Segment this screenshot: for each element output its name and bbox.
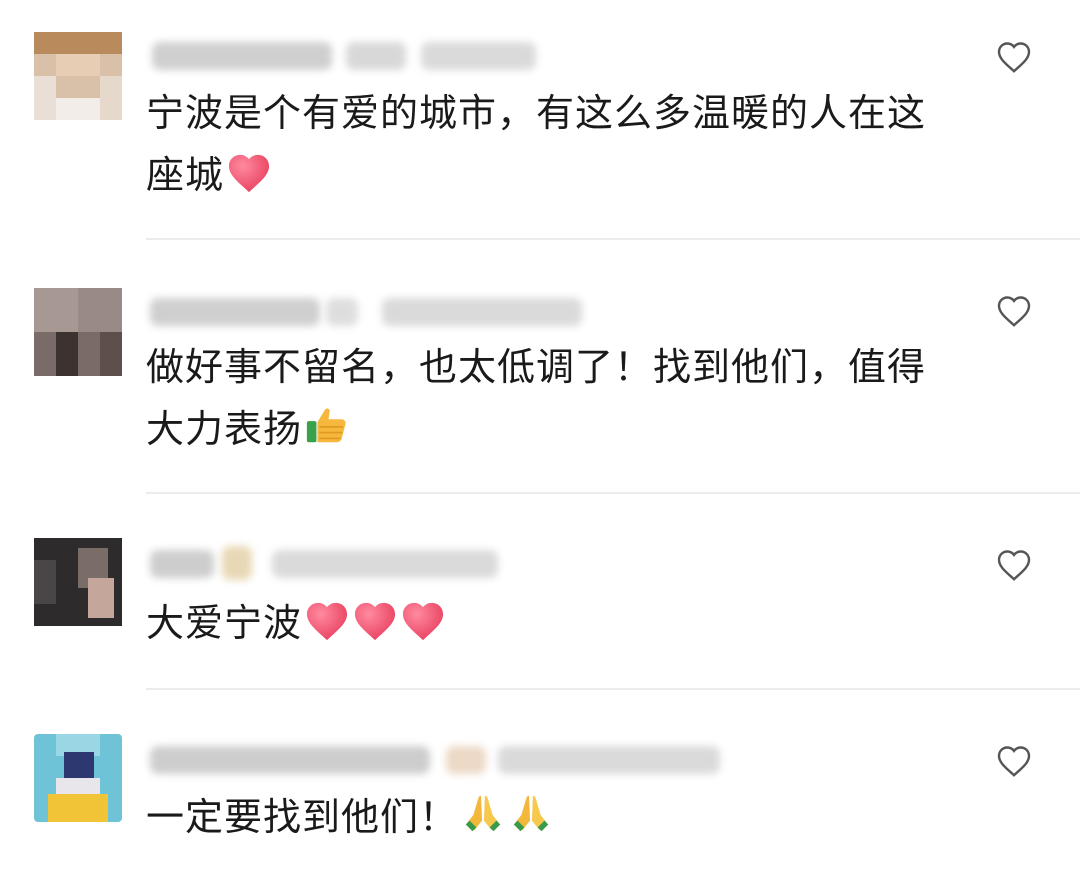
divider	[146, 238, 1080, 240]
avatar[interactable]	[34, 288, 122, 376]
folded-hands-icon	[513, 795, 549, 832]
red-heart-icon	[402, 602, 444, 641]
like-heart-icon[interactable]	[996, 294, 1032, 328]
divider	[146, 688, 1080, 690]
like-heart-icon[interactable]	[996, 548, 1032, 582]
red-heart-icon	[306, 602, 348, 641]
comment-text: 一定要找到他们！	[146, 786, 1000, 848]
like-heart-icon[interactable]	[996, 744, 1032, 778]
red-heart-icon	[354, 602, 396, 641]
red-heart-icon	[228, 154, 270, 193]
comment-text-line: 大力表扬	[146, 398, 1000, 460]
comment-text: 宁波是个有爱的城市，有这么多温暖的人在这 座城	[146, 82, 1000, 206]
folded-hands-icon	[465, 795, 501, 832]
avatar[interactable]	[34, 734, 122, 822]
comment-text-line: 座城	[146, 144, 1000, 206]
comment-text-line: 宁波是个有爱的城市，有这么多温暖的人在这	[146, 91, 927, 135]
comment-list: 宁波是个有爱的城市，有这么多温暖的人在这 座城 做好事不留名，也太低调了！找到他…	[0, 0, 1080, 884]
like-heart-icon[interactable]	[996, 40, 1032, 74]
comment-text-line: 一定要找到他们！	[146, 786, 1000, 848]
comment-text: 大爱宁波	[146, 592, 1000, 654]
divider	[146, 492, 1080, 494]
thumbs-up-icon	[306, 408, 346, 443]
avatar[interactable]	[34, 32, 122, 120]
avatar[interactable]	[34, 538, 122, 626]
comment-text-line: 大爱宁波	[146, 592, 1000, 654]
comment-text-line: 做好事不留名，也太低调了！找到他们，值得	[146, 345, 927, 389]
comment-text: 做好事不留名，也太低调了！找到他们，值得 大力表扬	[146, 336, 1000, 460]
